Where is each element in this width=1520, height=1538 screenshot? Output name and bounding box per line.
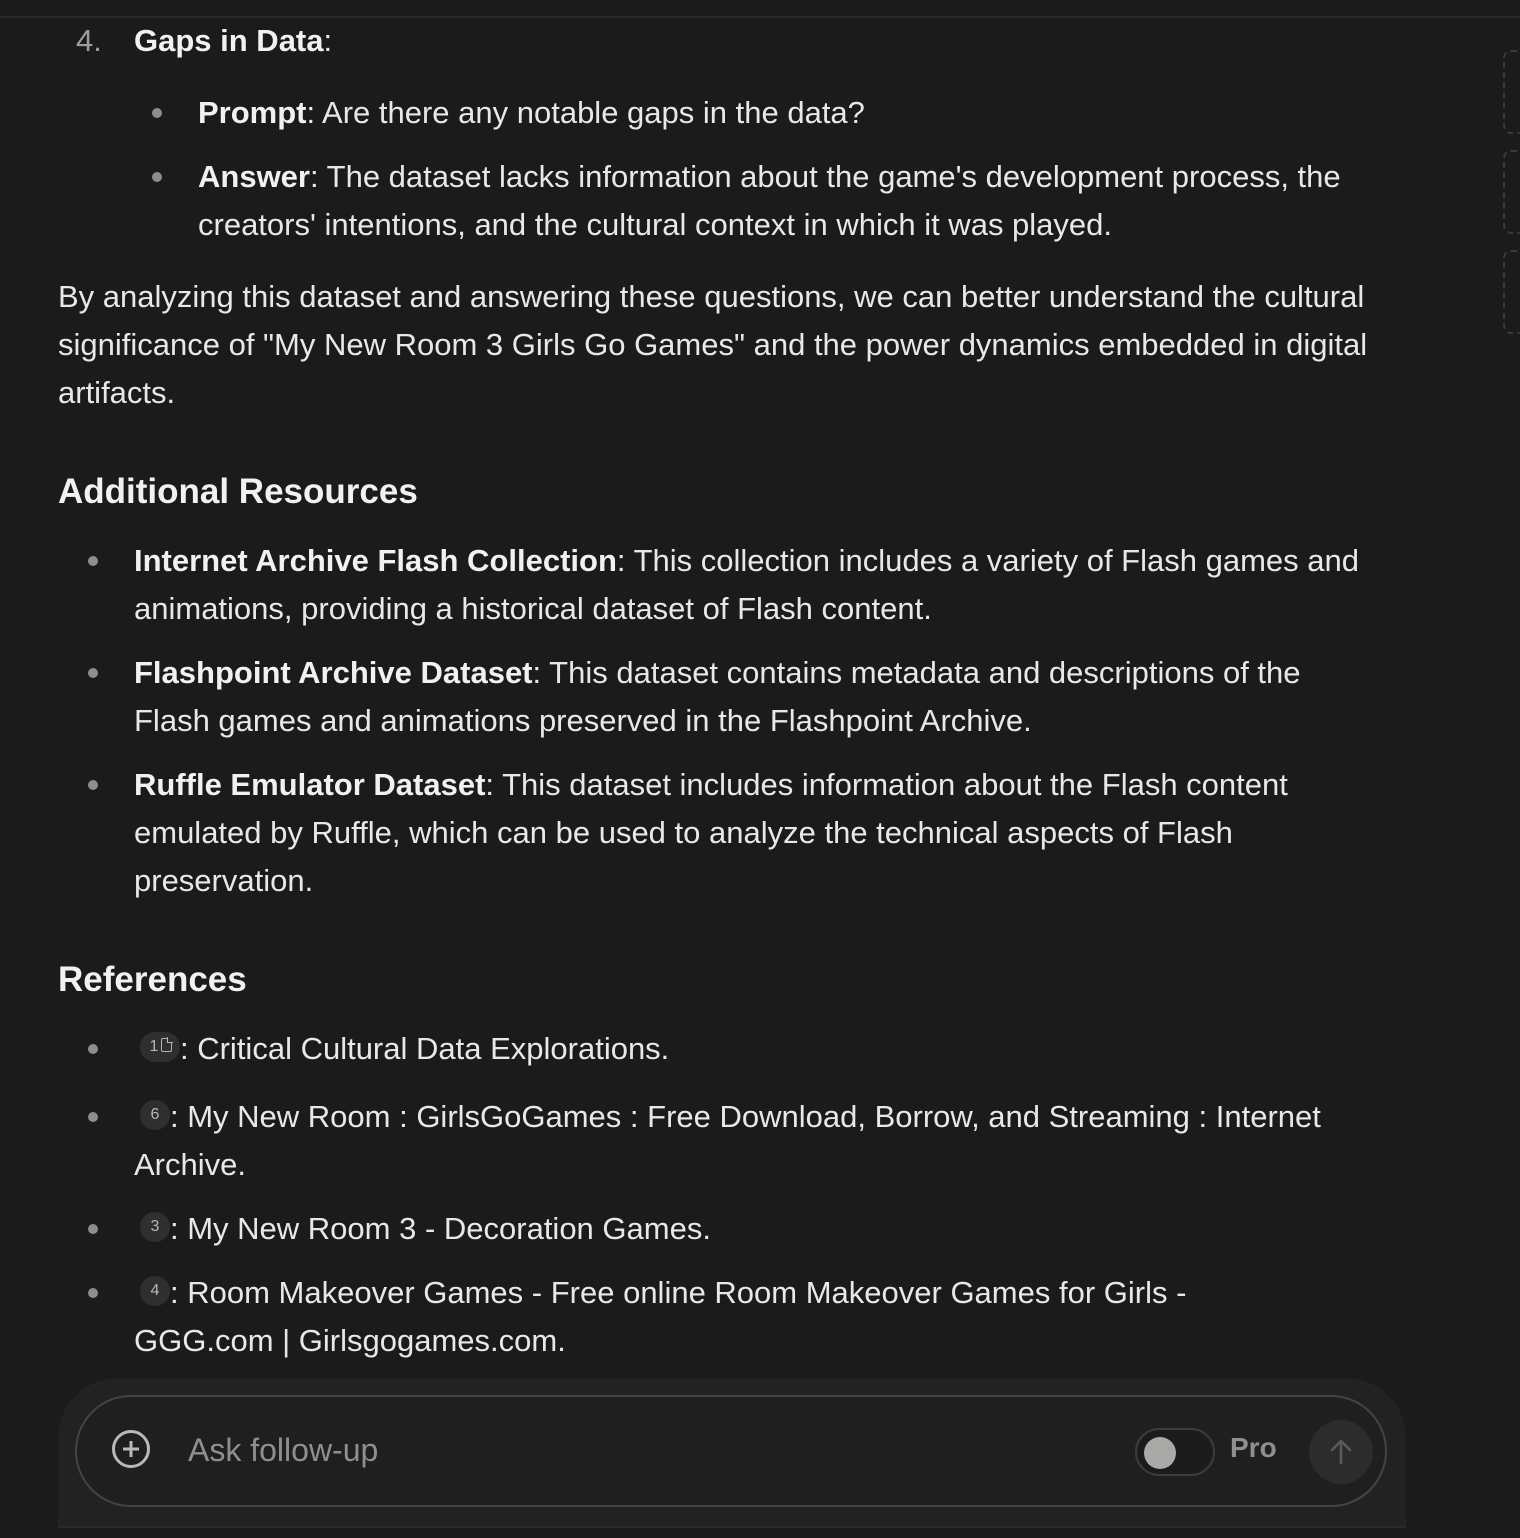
- reference-text: : My New Room : GirlsGoGames : Free Down…: [134, 1099, 1321, 1182]
- bullet: [88, 556, 98, 566]
- bullet: [88, 668, 98, 678]
- reference-text: : My New Room 3 - Decoration Games.: [170, 1211, 711, 1246]
- section-heading: Additional Resources: [58, 472, 418, 511]
- bullet: [88, 1112, 98, 1122]
- reference-text: : Critical Cultural Data Explorations.: [180, 1031, 670, 1066]
- arrow-up-icon: [1330, 1439, 1352, 1465]
- send-button[interactable]: [1309, 1420, 1373, 1484]
- edge-marker: [1503, 150, 1520, 234]
- plus-circle-icon[interactable]: [112, 1430, 150, 1468]
- edge-marker: [1503, 250, 1520, 334]
- summary-paragraph: By analyzing this dataset and answering …: [58, 279, 1368, 410]
- prompt-text: : Are there any notable gaps in the data…: [306, 95, 865, 130]
- reference-item: 4: Room Makeover Games - Free online Roo…: [134, 1269, 1274, 1365]
- answer-text: : The dataset lacks information about th…: [198, 159, 1341, 242]
- list-item: Internet Archive Flash Collection: This …: [134, 537, 1374, 633]
- bullet: [88, 780, 98, 790]
- reference-text: : Room Makeover Games - Free online Room…: [134, 1275, 1187, 1358]
- reference-item: 6: My New Room : GirlsGoGames : Free Dow…: [134, 1093, 1404, 1189]
- section-heading: References: [58, 960, 247, 999]
- citation-badge[interactable]: 4: [140, 1276, 170, 1306]
- bottom-divider: [58, 1526, 1406, 1528]
- bullet: [152, 172, 162, 182]
- list-item-title: Gaps in Data: [134, 23, 324, 58]
- edge-marker: [1503, 50, 1520, 134]
- document-icon: [161, 1037, 174, 1052]
- resource-title: Internet Archive Flash Collection: [134, 543, 617, 578]
- bullet: [88, 1288, 98, 1298]
- list-number: 4.: [76, 23, 102, 58]
- bullet: [88, 1224, 98, 1234]
- list-item: Prompt: Are there any notable gaps in th…: [198, 89, 1438, 137]
- list-item: Flashpoint Archive Dataset: This dataset…: [134, 649, 1374, 745]
- toggle-knob: [1144, 1437, 1176, 1469]
- resource-title: Ruffle Emulator Dataset: [134, 767, 486, 802]
- list-item: Ruffle Emulator Dataset: This dataset in…: [134, 761, 1364, 905]
- bullet: [88, 1044, 98, 1054]
- prompt-label: Prompt: [198, 95, 307, 130]
- followup-input[interactable]: [188, 1425, 1088, 1475]
- resource-title: Flashpoint Archive Dataset: [134, 655, 533, 690]
- reference-item: 1: Critical Cultural Data Explorations.: [134, 1025, 1374, 1073]
- pro-toggle[interactable]: [1135, 1428, 1215, 1476]
- list-item: Answer: The dataset lacks information ab…: [198, 153, 1398, 249]
- pro-label: Pro: [1230, 1432, 1277, 1463]
- answer-label: Answer: [198, 159, 310, 194]
- reference-item: 3: My New Room 3 - Decoration Games.: [134, 1205, 1374, 1253]
- citation-badge[interactable]: 1: [140, 1032, 180, 1062]
- citation-badge[interactable]: 3: [140, 1212, 170, 1242]
- bullet: [152, 108, 162, 118]
- citation-badge[interactable]: 6: [140, 1100, 170, 1130]
